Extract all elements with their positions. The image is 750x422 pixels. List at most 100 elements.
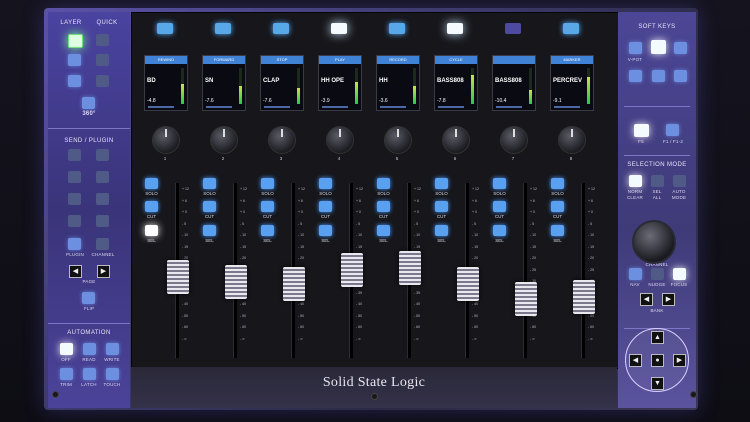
layer-key-2[interactable] <box>68 54 81 66</box>
cut-button[interactable] <box>493 201 506 212</box>
dpad-up-button[interactable]: ▲ <box>651 331 664 344</box>
vpot-knob[interactable] <box>500 126 528 154</box>
quick-key-2[interactable] <box>96 54 109 66</box>
dpad-right-button[interactable]: ▶ <box>673 354 686 367</box>
fader-cap[interactable] <box>341 252 363 287</box>
solo-button[interactable] <box>203 178 216 189</box>
solo-button[interactable] <box>377 178 390 189</box>
cut-button[interactable] <box>203 201 216 212</box>
solo-button[interactable] <box>493 178 506 189</box>
send-key-5[interactable] <box>68 193 81 205</box>
vpot-knob[interactable] <box>210 126 238 154</box>
send-key-7[interactable] <box>68 215 81 227</box>
layer-key-3[interactable] <box>68 75 81 87</box>
soft-key-1[interactable] <box>651 40 666 54</box>
solo-button[interactable] <box>261 178 274 189</box>
nav-button[interactable] <box>629 268 642 280</box>
view-360-button[interactable] <box>82 97 95 109</box>
dpad-center-button[interactable]: ● <box>651 354 664 367</box>
sel-button[interactable] <box>319 225 332 236</box>
auto-off-button[interactable] <box>60 343 73 355</box>
sel-mode-auto[interactable] <box>673 175 686 187</box>
layer-key-1[interactable] <box>68 34 83 48</box>
fader-cap[interactable] <box>283 266 305 301</box>
strip-top-key[interactable] <box>505 23 521 34</box>
vpot-button[interactable] <box>629 42 642 54</box>
sel-button[interactable] <box>551 225 564 236</box>
sel-label: SEL <box>263 238 272 243</box>
soft-key-5[interactable] <box>674 70 687 82</box>
strip-top-key[interactable] <box>331 23 347 34</box>
strip-top-key[interactable] <box>447 23 463 34</box>
fn-key-1[interactable] <box>634 124 649 137</box>
nudge-button[interactable] <box>651 268 664 280</box>
strip-number: 8 <box>569 156 573 161</box>
send-key-1[interactable] <box>68 149 81 161</box>
sel-button[interactable] <box>145 225 158 236</box>
sel-button[interactable] <box>203 225 216 236</box>
fader-cap[interactable] <box>399 251 421 286</box>
sel-button[interactable] <box>261 225 274 236</box>
send-key-6[interactable] <box>96 193 109 205</box>
send-key-8[interactable] <box>96 215 109 227</box>
send-key-3[interactable] <box>68 171 81 183</box>
fader-cap[interactable] <box>515 282 537 317</box>
flip-button[interactable] <box>82 292 95 304</box>
vpot-knob[interactable] <box>268 126 296 154</box>
dpad-down-button[interactable]: ▼ <box>651 377 664 390</box>
bank-left-button[interactable]: ◀ <box>640 293 653 306</box>
vpot-knob[interactable] <box>152 126 180 154</box>
soft-key-2[interactable] <box>674 42 687 54</box>
auto-trim-button[interactable] <box>60 368 73 380</box>
plugin-button[interactable] <box>68 238 81 250</box>
cut-button[interactable] <box>261 201 274 212</box>
auto-latch-button[interactable] <box>83 368 96 380</box>
channel-encoder-knob[interactable] <box>632 220 676 264</box>
strip-top-key[interactable] <box>157 23 173 34</box>
fader-cap[interactable] <box>167 259 189 294</box>
strip-top-key[interactable] <box>215 23 231 34</box>
quick-key-3[interactable] <box>96 75 109 87</box>
quick-key-1[interactable] <box>96 34 109 46</box>
solo-button[interactable] <box>319 178 332 189</box>
sel-mode-sel[interactable] <box>651 175 664 187</box>
soft-key-3[interactable] <box>629 70 642 82</box>
fader-scale-tick: - 5 <box>182 221 187 226</box>
fader-scale-tick: - 40 <box>298 302 305 306</box>
page-left-button[interactable]: ◀ <box>69 265 82 278</box>
auto-read-button[interactable] <box>83 343 96 355</box>
fn-key-2[interactable] <box>666 124 679 136</box>
strip-top-key[interactable] <box>389 23 405 34</box>
dpad-left-button[interactable]: ◀ <box>629 354 642 367</box>
send-key-2[interactable] <box>96 149 109 161</box>
sel-button[interactable] <box>493 225 506 236</box>
fader-cap[interactable] <box>573 279 595 314</box>
vpot-knob[interactable] <box>384 126 412 154</box>
strip-top-key[interactable] <box>563 23 579 34</box>
bank-right-button[interactable]: ▶ <box>662 293 675 306</box>
vpot-knob[interactable] <box>326 126 354 154</box>
vpot-knob[interactable] <box>558 126 586 154</box>
auto-write-button[interactable] <box>106 343 119 355</box>
cut-button[interactable] <box>377 201 390 212</box>
soft-key-4[interactable] <box>652 70 665 82</box>
cut-button[interactable] <box>551 201 564 212</box>
solo-button[interactable] <box>435 178 448 189</box>
solo-button[interactable] <box>145 178 158 189</box>
cut-button[interactable] <box>435 201 448 212</box>
solo-button[interactable] <box>551 178 564 189</box>
vpot-knob[interactable] <box>442 126 470 154</box>
focus-button[interactable] <box>673 268 686 280</box>
cut-button[interactable] <box>145 201 158 212</box>
sel-button[interactable] <box>435 225 448 236</box>
fader-cap[interactable] <box>457 266 479 301</box>
send-key-4[interactable] <box>96 171 109 183</box>
page-right-button[interactable]: ▶ <box>97 265 110 278</box>
channel-button[interactable] <box>96 238 109 250</box>
sel-mode-norm[interactable] <box>629 175 642 187</box>
fader-cap[interactable] <box>225 265 247 300</box>
strip-top-key[interactable] <box>273 23 289 34</box>
cut-button[interactable] <box>319 201 332 212</box>
sel-button[interactable] <box>377 225 390 236</box>
auto-touch-button[interactable] <box>106 368 119 380</box>
